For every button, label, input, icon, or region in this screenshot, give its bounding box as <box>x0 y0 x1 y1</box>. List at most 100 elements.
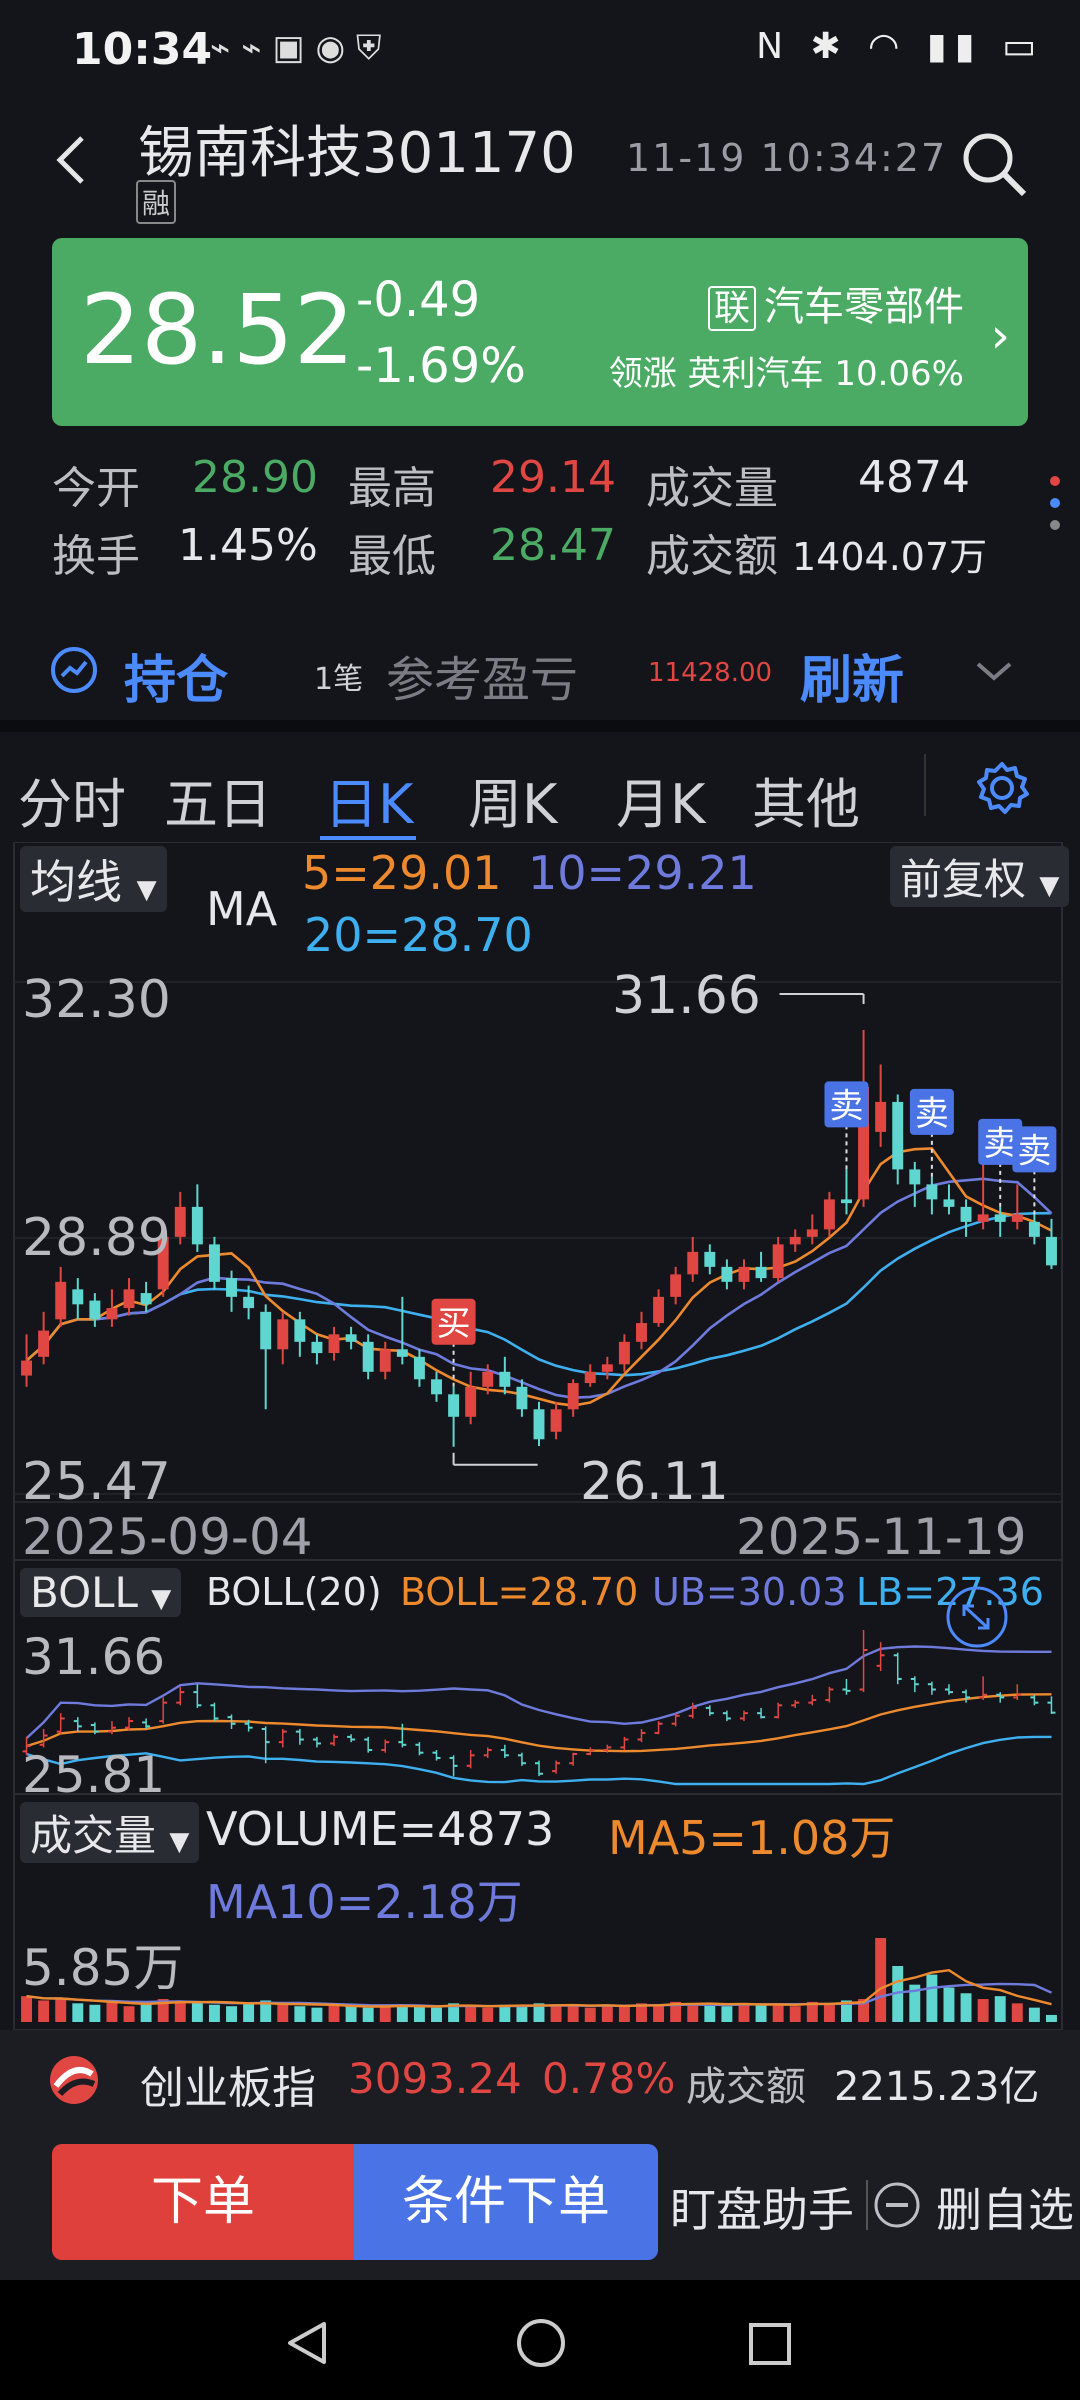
sector-name: 汽车零部件 <box>764 284 964 330</box>
expand-chart-icon[interactable] <box>944 1584 1010 1650</box>
tab-weekly-k[interactable]: 周K <box>468 760 557 839</box>
settings-gear-icon[interactable] <box>972 758 1032 818</box>
candle-body <box>601 1364 613 1372</box>
volume-dropdown[interactable]: 成交量 ▼ <box>20 1802 200 1863</box>
candle-body <box>653 1296 665 1324</box>
indicator-dropdown[interactable]: 均线 ▼ <box>20 846 167 912</box>
candle-body <box>174 1206 186 1237</box>
volume-bar <box>243 2003 255 2022</box>
volume-bar <box>567 2006 579 2022</box>
volume-value: VOLUME=4873 <box>206 1802 555 1856</box>
price-axis-top: 32.30 <box>22 970 171 1030</box>
volume-bar <box>362 2007 374 2022</box>
price-card[interactable]: 28.52 -0.49 -1.69% 联汽车零部件 领涨 英利汽车 10.06%… <box>52 238 1028 426</box>
trend-icon <box>51 647 97 693</box>
volume-bar <box>396 2004 408 2022</box>
position-bar: 持仓 1笔 参考盈亏 11428.00 刷新 <box>0 610 1080 720</box>
section-divider <box>0 720 1080 732</box>
system-nav-bar <box>0 2280 1080 2400</box>
refresh-button[interactable]: 刷新 <box>800 638 904 713</box>
volume-bar <box>72 2003 84 2022</box>
low-label: 最低 <box>348 531 436 582</box>
candle-body <box>396 1349 408 1357</box>
nav-home-icon[interactable] <box>514 2316 568 2370</box>
volume-bar <box>140 2003 152 2022</box>
nav-back-icon[interactable] <box>282 2318 332 2368</box>
index-value: 3093.24 <box>348 2054 522 2103</box>
volume-bar <box>277 2004 289 2022</box>
candle-body <box>191 1206 203 1245</box>
ma5-line <box>25 1147 1053 1407</box>
index-ticker-bar[interactable]: 创业板指 3093.24 0.78% 成交额 2215.23亿 <box>0 2030 1080 2130</box>
action-bar: 下单 条件下单 盯盘助手 删自选 <box>0 2130 1080 2280</box>
candle-body <box>516 1386 528 1410</box>
more-dots-icon[interactable] <box>1050 476 1062 542</box>
candle-body <box>379 1349 391 1372</box>
dropdown-caret-icon: ▼ <box>169 1827 190 1857</box>
period-tabs: 分时 五日 日K 周K 月K 其他 <box>0 732 1080 842</box>
chevron-down-icon[interactable] <box>972 656 1016 686</box>
adjust-dropdown[interactable]: 前复权 ▼ <box>890 846 1070 907</box>
current-price: 28.52 <box>80 274 355 386</box>
candle-body <box>328 1334 340 1354</box>
candle-body <box>123 1289 135 1309</box>
remove-circle-icon[interactable] <box>872 2180 922 2230</box>
candle-body <box>55 1281 67 1320</box>
boll-dropdown-label: BOLL <box>30 1568 138 1617</box>
open-label: 今开 <box>52 463 140 514</box>
turnover-value: 1.45% <box>178 520 318 571</box>
action-divider <box>866 2180 868 2230</box>
tab-other[interactable]: 其他 <box>752 760 860 839</box>
candle-body <box>21 1360 33 1376</box>
tab-monthly-k[interactable]: 月K <box>616 760 705 839</box>
holdings-button[interactable]: 持仓 <box>124 638 228 713</box>
stock-title: 锡南科技301170 <box>138 121 576 186</box>
linked-badge: 联 <box>707 286 756 331</box>
ma-label: MA <box>206 882 278 936</box>
dropdown-caret-icon: ▼ <box>1039 871 1060 901</box>
candle-body <box>38 1330 50 1357</box>
volume-bar <box>123 2006 135 2022</box>
tab-intraday[interactable]: 分时 <box>18 760 126 839</box>
high-marker-label: 31.66 <box>612 966 761 1026</box>
candle-body <box>345 1334 357 1342</box>
volume-bar <box>618 2006 630 2022</box>
tab-five-day[interactable]: 五日 <box>164 760 272 839</box>
tab-daily-k[interactable]: 日K <box>324 760 413 839</box>
nav-recents-icon[interactable] <box>746 2320 794 2368</box>
candle-body <box>994 1214 1006 1222</box>
chevron-right-icon[interactable]: › <box>991 308 1010 364</box>
candle-body <box>618 1341 630 1365</box>
margin-badge: 融 <box>136 180 177 224</box>
candle-body <box>1028 1221 1040 1237</box>
volume-bar <box>943 1987 955 2022</box>
candle-body <box>926 1184 938 1200</box>
candle-body <box>226 1278 237 1297</box>
conditional-order-button[interactable]: 条件下单 <box>354 2144 658 2260</box>
boll-dropdown[interactable]: BOLL ▼ <box>20 1568 182 1617</box>
sector-link[interactable]: 联汽车零部件 <box>707 274 964 332</box>
volume-bar <box>875 1938 887 2022</box>
boll-axis-bottom: 25.81 <box>22 1746 166 1804</box>
turnover-label: 换手 <box>52 531 140 582</box>
watch-assistant-button[interactable]: 盯盘助手 <box>670 2174 854 2240</box>
indicator-dropdown-label: 均线 <box>30 855 122 909</box>
candle-body <box>977 1214 989 1222</box>
back-arrow-icon[interactable] <box>44 130 104 190</box>
volume-bar <box>721 2006 733 2022</box>
search-icon[interactable] <box>958 128 1030 200</box>
remove-watchlist-button[interactable]: 删自选 <box>936 2174 1080 2240</box>
volume-bar <box>789 2006 801 2022</box>
candle-body <box>789 1236 801 1245</box>
sell-signal-label: 卖 <box>915 1094 949 1134</box>
holdings-count: 1笔 <box>314 662 364 697</box>
dropdown-caret-icon: ▼ <box>151 1584 172 1614</box>
price-axis-bottom: 25.47 <box>22 1452 171 1512</box>
header: 锡南科技301170 融 11-19 10:34:27 <box>0 100 1080 230</box>
candle-body <box>311 1341 323 1354</box>
candle-body <box>584 1371 596 1384</box>
order-button[interactable]: 下单 <box>52 2144 354 2260</box>
volume-bar <box>772 2003 784 2022</box>
reference-pnl-value: 11428.00 <box>648 658 773 688</box>
kline-panel[interactable]: 买卖卖卖卖 均线 ▼ 前复权 ▼ MA 5=29.01 10=29.21 20=… <box>0 842 1080 2030</box>
